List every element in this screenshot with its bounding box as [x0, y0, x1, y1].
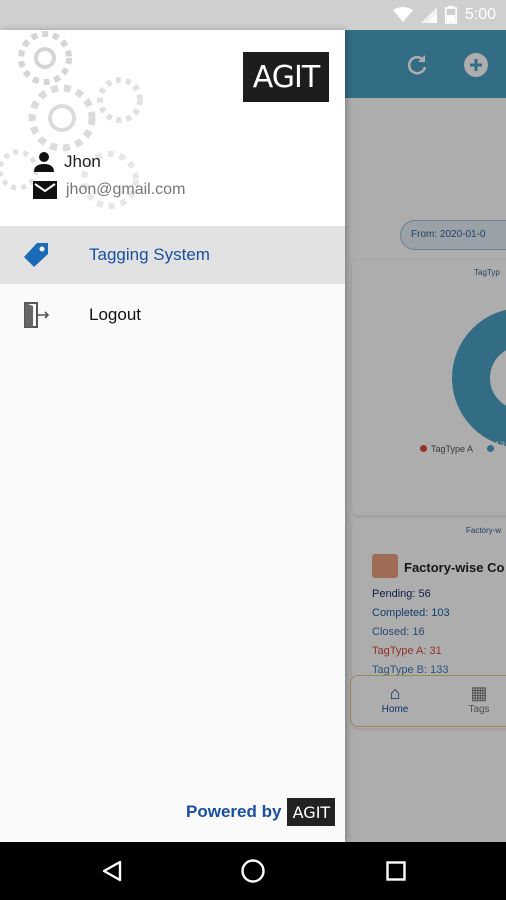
user-name: Jhon: [64, 152, 101, 171]
status-time: 5:00: [464, 6, 496, 23]
powered-by-logo-text: AGIT: [292, 802, 331, 822]
status-icons: 5:00: [392, 5, 496, 25]
user-email-row: jhon@gmail.com: [32, 179, 185, 201]
user-email: jhon@gmail.com: [66, 181, 186, 198]
back-icon: [102, 860, 122, 882]
agit-logo-text: AGIT: [252, 59, 320, 95]
powered-by: Powered by AGIT: [186, 798, 336, 826]
wifi-icon: [392, 7, 413, 22]
user-name-row: Jhon: [32, 150, 101, 174]
powered-by-text: Powered by: [186, 802, 282, 821]
person-icon: [34, 152, 54, 172]
home-button[interactable]: [238, 856, 268, 886]
tag-icon: [20, 239, 52, 271]
status-bar: 5:00: [0, 0, 506, 30]
drawer-item-logout[interactable]: Logout: [0, 286, 345, 344]
logout-icon: [20, 299, 52, 331]
email-icon: [33, 181, 57, 199]
signal-icon: [420, 7, 437, 23]
battery-icon: [444, 6, 457, 24]
drawer-item-label: Tagging System: [89, 245, 210, 264]
drawer-item-tagging-system[interactable]: Tagging System: [0, 226, 345, 284]
back-button[interactable]: [97, 856, 127, 886]
drawer-header: AGIT Jhon jhon@gmail.com: [0, 30, 345, 226]
navigation-drawer: AGIT Jhon jhon@gmail.com Tagging System …: [0, 30, 345, 842]
powered-by-logo: AGIT: [287, 798, 336, 826]
system-navigation-bar: [0, 842, 506, 900]
home-circle-icon: [241, 859, 265, 883]
recents-button[interactable]: [381, 856, 411, 886]
drawer-item-label: Logout: [89, 305, 141, 324]
recents-icon: [386, 861, 406, 881]
agit-logo: AGIT: [243, 52, 329, 102]
